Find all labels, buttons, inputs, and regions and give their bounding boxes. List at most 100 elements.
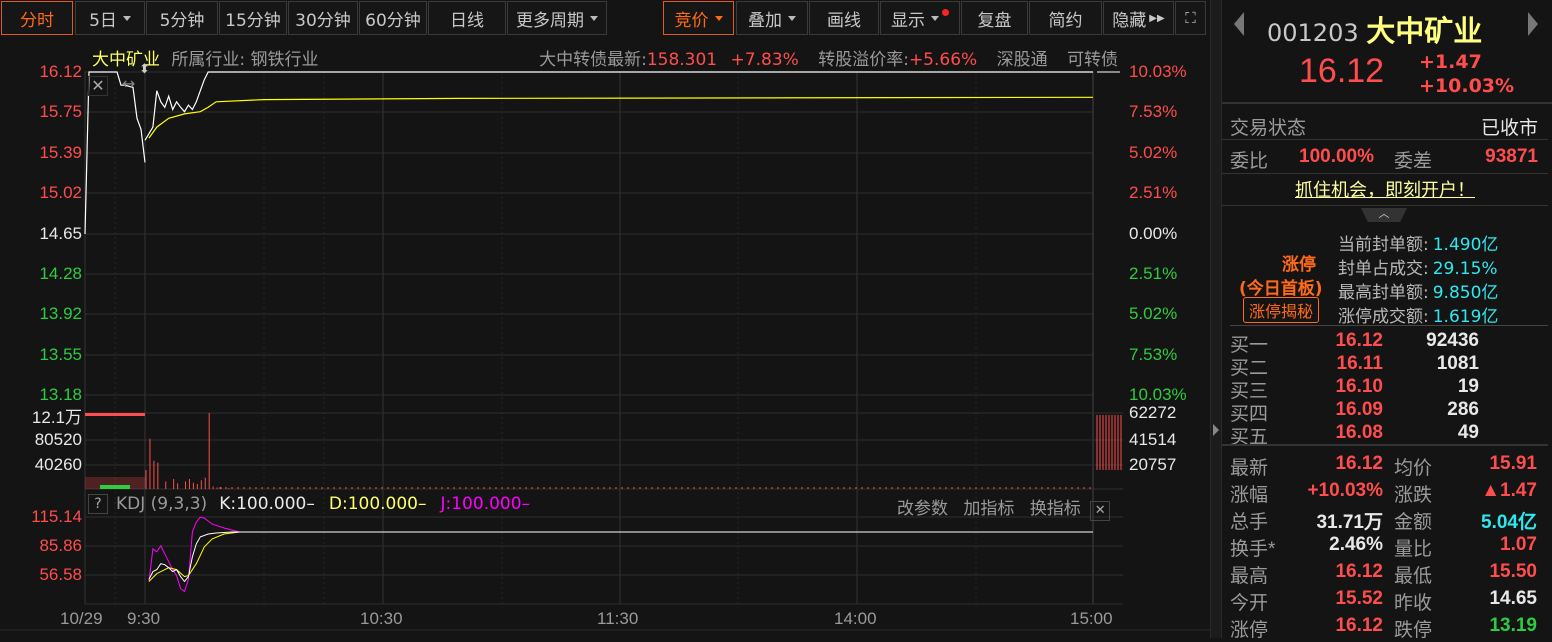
stat-label: 最高 <box>1230 566 1269 587</box>
pct-tick-label: 2.51% <box>1129 183 1178 202</box>
divider <box>1222 444 1548 446</box>
panel-splitter[interactable] <box>1210 0 1222 638</box>
price-tick-label: 14.28 <box>39 264 82 283</box>
stat-value: 1.07 <box>1500 534 1537 555</box>
bid-volume: 286 <box>1447 399 1479 420</box>
volume-tick-label: 62272 <box>1129 403 1177 422</box>
price-tick-label: 13.55 <box>39 345 82 364</box>
price-tick-label: 15.75 <box>39 102 82 121</box>
stat-label: 涨跌 <box>1394 485 1433 506</box>
stat-value: 16.12 <box>1335 561 1383 582</box>
stat-label: 换手* <box>1230 539 1276 560</box>
average-price-line <box>148 96 1094 139</box>
bid-price: 16.10 <box>1335 376 1383 397</box>
collapse-up-icon[interactable]: ︿ <box>1361 208 1407 222</box>
kdj-tick-label: 56.58 <box>39 565 82 584</box>
change-params-button[interactable]: 改参数 <box>897 499 948 519</box>
kdj-tick-label: 115.14 <box>31 507 82 526</box>
limit-stat-row: 当前封单额: 1.490亿 <box>1338 230 1498 255</box>
add-indicator-button[interactable]: 加指标 <box>963 499 1014 519</box>
status-value: 已收市 <box>1480 118 1538 139</box>
limit-stat-label: 当前封单额: <box>1338 235 1429 255</box>
resize-horizontal-icon[interactable]: ↔ <box>122 74 135 93</box>
last-price: 16.12 <box>1299 52 1385 90</box>
time-tick-label: 14:00 <box>834 609 877 628</box>
open-account-link[interactable]: 抓住机会，即刻开户！ <box>1295 180 1475 201</box>
order-ratio-value: 100.00% <box>1299 146 1375 167</box>
pct-tick-label: 5.02% <box>1129 304 1178 323</box>
stat-label: 最新 <box>1230 458 1269 479</box>
pct-tick-label: 2.51% <box>1129 264 1178 283</box>
stat-value: 16.12 <box>1335 615 1383 636</box>
limit-stat-label: 封单占成交: <box>1338 259 1429 279</box>
kdj-j-value: J:100.000– <box>440 494 531 514</box>
stat-label: 今开 <box>1230 593 1269 614</box>
order-diff-value: 93871 <box>1485 146 1538 167</box>
stock-code: 001203 <box>1267 19 1359 47</box>
bid-price: 16.09 <box>1335 399 1383 420</box>
kdj-d-line <box>148 531 1093 582</box>
close-indicator-icon[interactable]: ✕ <box>1090 501 1111 521</box>
limit-stat-row: 涨停成交额: 1.619亿 <box>1338 302 1498 327</box>
volume-tick-label: 41514 <box>1129 430 1177 449</box>
stock-name: 大中矿业 <box>1366 14 1483 48</box>
pct-change: +10.03% <box>1419 75 1515 97</box>
price-tick-label: 15.02 <box>39 183 82 202</box>
switch-indicator-button[interactable]: 换指标 <box>1030 499 1081 519</box>
bid-volume: 1081 <box>1436 353 1479 374</box>
stat-value: 15.91 <box>1489 453 1537 474</box>
pct-tick-label: 0.00% <box>1129 224 1178 243</box>
limit-stat-value: 1.490亿 <box>1432 235 1499 255</box>
kdj-d-value: D:100.000– <box>328 494 427 514</box>
next-stock-icon[interactable] <box>1528 12 1538 36</box>
kdj-j-line <box>148 516 1093 593</box>
bid-price: 16.08 <box>1335 422 1383 443</box>
stat-value: ▲1.47 <box>1481 480 1537 501</box>
order-diff-label: 委差 <box>1394 151 1433 172</box>
bid-volume: 19 <box>1457 376 1479 397</box>
resize-vertical-icon[interactable]: ⬍ <box>139 62 150 77</box>
time-tick-label: 10/29 <box>60 609 103 628</box>
collapse-arrow-icon[interactable] <box>1213 424 1219 436</box>
time-tick-label: 11:30 <box>597 609 639 628</box>
bid-price: 16.12 <box>1335 330 1383 351</box>
time-tick-label: 10:30 <box>360 609 403 628</box>
close-overlay-icon[interactable]: ✕ <box>88 76 108 96</box>
limit-stat-value: 9.850亿 <box>1432 283 1499 303</box>
promo-row: 抓住机会，即刻开户！ <box>1222 176 1548 206</box>
price-tick-label: 14.65 <box>39 224 82 243</box>
stat-value: 2.46% <box>1329 534 1383 555</box>
kdj-k-line <box>148 531 1093 583</box>
stat-label: 均价 <box>1394 458 1433 479</box>
help-icon[interactable]: ? <box>88 494 108 514</box>
price-tick-label: 15.39 <box>39 143 82 162</box>
bid-price: 16.11 <box>1336 353 1384 374</box>
quote-header: 001203 大中矿业 16.12 +1.47 +10.03% <box>1222 0 1552 104</box>
order-ratio-row: 委比 100.00% 委差 93871 <box>1222 140 1548 174</box>
kdj-tick-label: 85.86 <box>39 536 82 555</box>
limit-stat-row: 封单占成交: 29.15% <box>1338 254 1498 279</box>
stat-value: +10.03% <box>1307 480 1383 501</box>
volume-tick-label: 12.1万 <box>31 408 82 427</box>
intraday-chart[interactable] <box>0 0 1210 638</box>
limit-stat-row: 最高封单额: 9.850亿 <box>1338 278 1498 303</box>
stat-value: 13.19 <box>1489 615 1537 636</box>
pct-tick-label: 7.53% <box>1129 102 1178 121</box>
price-tick-label: 13.18 <box>39 385 82 404</box>
limit-stat-label: 最高封单额: <box>1338 283 1429 303</box>
stat-label: 涨幅 <box>1230 485 1269 506</box>
limit-stat-value: 1.619亿 <box>1432 307 1499 327</box>
limit-up-panel: 涨停 (今日首板) 涨停揭秘 当前封单额: 1.490亿 封单占成交: 29.15% 最… <box>1230 226 1548 327</box>
trade-status-row: 交易状态 已收市 <box>1222 107 1548 140</box>
status-label: 交易状态 <box>1230 118 1307 139</box>
kdj-k-value: K:100.000– <box>219 494 315 514</box>
limit-up-reveal-button[interactable]: 涨停揭秘 <box>1243 297 1320 323</box>
time-tick-label: 9:30 <box>127 609 161 628</box>
stat-value: 31.71万 <box>1316 512 1383 533</box>
price-change: +1.47 <box>1419 51 1482 73</box>
price-tick-label: 13.92 <box>39 304 82 323</box>
previous-stock-icon[interactable] <box>1234 12 1244 36</box>
first-board-label: (今日首板) <box>1239 279 1323 299</box>
indicator-name[interactable]: KDJ (9,3,3) <box>116 494 207 514</box>
stat-label: 金额 <box>1394 512 1433 533</box>
